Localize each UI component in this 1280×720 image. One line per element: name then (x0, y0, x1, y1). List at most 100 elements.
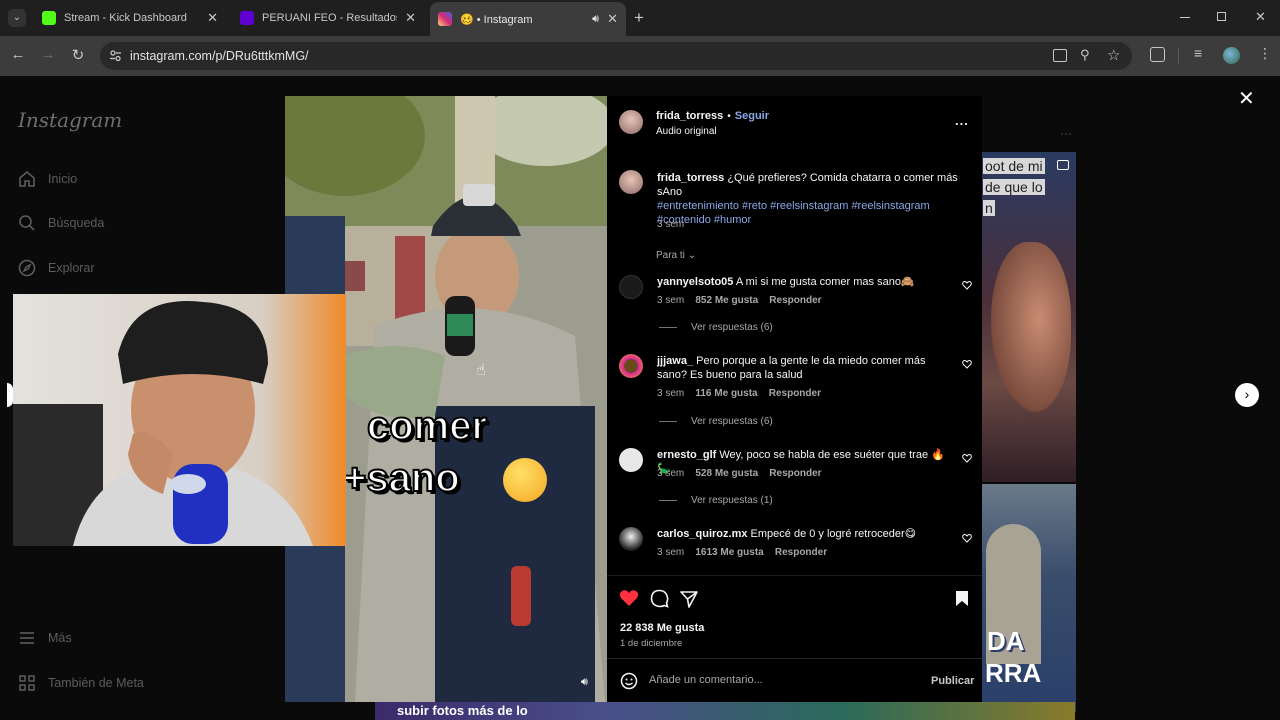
home-icon (19, 170, 35, 187)
back-icon[interactable]: ← (8, 46, 28, 63)
caption-author-avatar[interactable] (619, 170, 643, 194)
tab-yahoo-search[interactable]: PERUANI FEO - Resultados de Y ✕ (232, 4, 424, 32)
prev-post-button-partial[interactable] (7, 383, 13, 407)
install-app-icon[interactable] (1053, 49, 1067, 62)
comment-username[interactable]: ernesto_glf (657, 449, 716, 461)
follow-button[interactable]: Seguir (735, 110, 769, 122)
emoji-icon[interactable] (620, 672, 638, 690)
reply-button[interactable]: Responder (769, 388, 821, 399)
comment-text: Pero porque a la gente le da miedo comer… (657, 355, 926, 381)
tab-search-dropdown[interactable]: ⌄ (8, 9, 26, 27)
close-modal-icon[interactable]: ✕ (1238, 86, 1255, 111)
comment-input[interactable]: Añade un comentario... (649, 674, 919, 690)
share-icon[interactable] (680, 590, 698, 608)
save-bookmark-icon[interactable] (955, 590, 969, 607)
audio-label[interactable]: Audio original (656, 125, 717, 139)
tab-instagram[interactable]: 🥴 • Instagram 🔊︎ ✕ (430, 2, 626, 36)
site-info-icon[interactable] (109, 49, 122, 62)
comment-username[interactable]: yannyelsoto05 (657, 276, 733, 288)
instagram-logo[interactable]: Instagram (18, 108, 122, 132)
close-tab-icon[interactable]: ✕ (405, 10, 416, 26)
background-post-text: oot de mi (983, 158, 1045, 174)
close-tab-icon[interactable]: ✕ (607, 11, 618, 27)
view-replies-label: Ver respuestas (1) (691, 495, 773, 506)
background-bottom-text: subir fotos más de lo (397, 703, 528, 718)
video-caption-line2: +sano (342, 455, 461, 501)
view-replies-button[interactable]: Ver respuestas (1) (659, 495, 773, 506)
background-post-thumbnail: DA RRA (981, 484, 1076, 712)
reply-button[interactable]: Responder (775, 547, 827, 558)
reply-button[interactable]: Responder (769, 295, 821, 306)
comment-filter-dropdown[interactable]: Para ti ⌄ (656, 250, 696, 261)
chevron-down-icon: ⌄ (687, 250, 697, 261)
sidebar-item-explorar[interactable]: Explorar (18, 259, 95, 277)
sidebar-item-label: Más (48, 631, 72, 645)
browser-menu-icon[interactable]: ⋮ (1258, 45, 1272, 62)
extensions-icon[interactable] (1150, 47, 1165, 62)
sidebar-item-mas[interactable]: Más (18, 629, 72, 647)
sidebar-item-label: Explorar (48, 261, 95, 275)
publish-button[interactable]: Publicar (931, 675, 974, 687)
comment-likes[interactable]: 1613 Me gusta (695, 547, 763, 558)
comment-like-heart-icon[interactable] (962, 280, 972, 290)
post-author-avatar[interactable] (619, 110, 643, 134)
view-replies-button[interactable]: Ver respuestas (6) (659, 416, 773, 427)
comment-like-heart-icon[interactable] (962, 533, 972, 543)
comment-meta: 3 sem 1613 Me gusta Responder (657, 547, 827, 558)
comment-avatar[interactable] (619, 354, 643, 378)
caption-username[interactable]: frida_torress (657, 172, 724, 184)
like-heart-icon[interactable] (619, 589, 639, 607)
kick-favicon (42, 11, 56, 25)
close-tab-icon[interactable]: ✕ (207, 10, 218, 26)
comment-avatar[interactable] (619, 527, 643, 551)
comment-like-heart-icon[interactable] (962, 359, 972, 369)
forward-icon[interactable]: → (38, 46, 58, 63)
media-controls-icon[interactable]: ≡ (1194, 45, 1202, 61)
reply-button[interactable]: Responder (769, 468, 821, 479)
mouse-cursor: ☝︎ (476, 362, 486, 379)
comment-time: 3 sem (657, 388, 685, 399)
sidebar-item-busqueda[interactable]: Búsqueda (18, 214, 104, 232)
background-bottom-strip: subir fotos más de lo (375, 702, 1075, 720)
tab-title: PERUANI FEO - Resultados de Y (262, 12, 398, 24)
address-bar[interactable]: instagram.com/p/DRu6tttkmMG/ ⚲ ☆ (100, 42, 1132, 70)
webcam-overlay (13, 294, 346, 546)
new-tab-button[interactable]: + (634, 8, 644, 28)
comment-icon[interactable] (650, 589, 669, 608)
speaker-icon[interactable]: 🔊︎ (592, 13, 599, 26)
window-close-icon[interactable]: ✕ (1255, 9, 1266, 25)
background-post-text: DA (987, 626, 1025, 656)
mute-icon[interactable]: 🔊︎ (581, 676, 588, 689)
caption-time: 3 sem (657, 219, 685, 230)
sidebar-item-inicio[interactable]: Inicio (18, 170, 77, 188)
minimize-icon[interactable] (1180, 17, 1190, 18)
reload-icon[interactable]: ↻ (68, 46, 88, 64)
restore-icon[interactable] (1217, 12, 1226, 21)
zoom-icon[interactable]: ⚲ (1080, 47, 1090, 63)
next-post-button[interactable]: › (1235, 383, 1259, 407)
profile-avatar[interactable] (1223, 47, 1240, 64)
sidebar-item-tambien-de-meta[interactable]: También de Meta (18, 674, 144, 692)
comment-text: A mi si me gusta comer mas sano🙈 (735, 276, 915, 288)
comment-like-heart-icon[interactable] (962, 453, 972, 463)
background-face (991, 242, 1071, 412)
instagram-favicon (438, 12, 452, 26)
comment-likes[interactable]: 116 Me gusta (695, 388, 757, 399)
comment-likes[interactable]: 528 Me gusta (695, 468, 758, 479)
comment-body: carlos_quiroz.mx Empecé de 0 y logré ret… (657, 527, 947, 541)
separator-dot: • (727, 110, 731, 122)
more-options-icon[interactable]: ... (955, 113, 969, 128)
caption-hashtags[interactable]: #entretenimiento #reto #reelsinstagram #… (657, 200, 930, 212)
comment-username[interactable]: carlos_quiroz.mx (657, 528, 747, 540)
view-replies-button[interactable]: Ver respuestas (6) (659, 322, 773, 333)
url-text: instagram.com/p/DRu6tttkmMG/ (130, 49, 309, 63)
comment-likes[interactable]: 852 Me gusta (695, 295, 758, 306)
background-more-icon: ··· (1060, 126, 1072, 140)
tab-kick-dashboard[interactable]: Stream - Kick Dashboard ✕ (34, 4, 226, 32)
post-author-username[interactable]: frida_torress (656, 110, 723, 122)
comment-avatar[interactable] (619, 275, 643, 299)
likes-count[interactable]: 22 838 Me gusta (620, 622, 704, 634)
comment-username[interactable]: jjjawa_ (657, 355, 693, 367)
bookmark-star-icon[interactable]: ☆ (1107, 46, 1120, 64)
comment-avatar[interactable] (619, 448, 643, 472)
